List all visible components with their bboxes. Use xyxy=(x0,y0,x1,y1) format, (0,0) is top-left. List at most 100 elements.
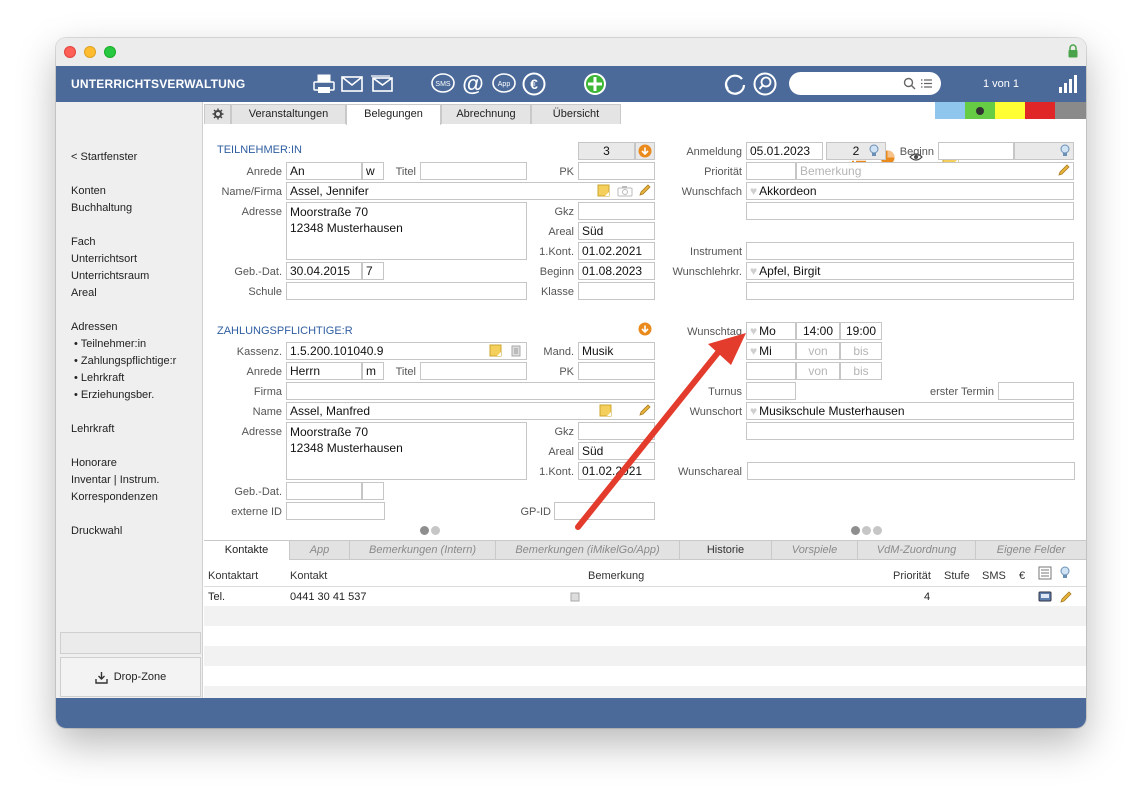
sidebar-item-fach[interactable]: Fach xyxy=(71,236,95,248)
teilnehmer-titel-field[interactable] xyxy=(420,162,527,180)
email-at-icon[interactable]: @ xyxy=(460,71,486,97)
phone-device-icon[interactable] xyxy=(1038,591,1052,602)
sidebar-item-konten[interactable]: Konten xyxy=(71,185,106,197)
sms-icon[interactable]: SMS xyxy=(430,71,456,97)
statistics-icon[interactable] xyxy=(1058,74,1078,94)
anmeldung-beginn-hint[interactable] xyxy=(1014,142,1074,160)
anmeldung-prioritaet-field[interactable] xyxy=(746,162,796,180)
color-label-green[interactable] xyxy=(965,102,995,119)
wunschtag-1-bis[interactable]: 19:00 xyxy=(840,322,882,340)
zahler-pk-field[interactable] xyxy=(578,362,655,380)
wunschtag-1-tag[interactable]: ♥ Mo xyxy=(746,322,796,340)
anmeldung-wunschlehrkr-field[interactable]: ♥ Apfel, Birgit xyxy=(746,262,1074,280)
search-options-icon[interactable] xyxy=(920,77,933,90)
anmeldung-bemerkung-field[interactable]: Bemerkung xyxy=(796,162,1074,180)
note-icon[interactable] xyxy=(599,404,613,418)
sidebar-item-inventar[interactable]: Inventar | Instrum. xyxy=(71,474,159,486)
close-window-button[interactable] xyxy=(64,46,76,58)
page-dots-left[interactable] xyxy=(420,526,442,538)
camera-icon[interactable] xyxy=(617,185,633,197)
anmeldung-wunschfach-field[interactable]: ♥ Akkordeon xyxy=(746,182,1074,200)
pencil-icon[interactable] xyxy=(638,403,652,417)
pencil-icon[interactable] xyxy=(638,183,652,197)
anmeldung-wunschlehrkr2-field[interactable] xyxy=(746,282,1074,300)
tab-veranstaltungen[interactable]: Veranstaltungen xyxy=(231,104,346,124)
teilnehmer-pk-field[interactable] xyxy=(578,162,655,180)
zahler-anrede-code-field[interactable]: m xyxy=(362,362,384,380)
sidebar-item-unterrichtsraum[interactable]: Unterrichtsraum xyxy=(71,270,149,282)
document-icon[interactable] xyxy=(570,592,580,602)
print-icon[interactable] xyxy=(311,71,337,97)
zahler-mand-field[interactable]: Musik xyxy=(578,342,655,360)
zahler-1kont-field[interactable]: 01.02.2021 xyxy=(578,462,655,480)
anmeldung-erster-termin-field[interactable] xyxy=(998,382,1074,400)
page-dots-right[interactable] xyxy=(851,526,884,538)
sidebar-item-adressen[interactable]: Adressen xyxy=(71,321,117,333)
wunschtag-3-von[interactable]: von xyxy=(796,362,840,380)
zahler-firma-field[interactable] xyxy=(286,382,655,400)
mail-icon[interactable] xyxy=(339,71,365,97)
tab-belegungen[interactable]: Belegungen xyxy=(346,104,441,125)
sidebar-item-unterrichtsort[interactable]: Unterrichtsort xyxy=(71,253,137,265)
tab-app[interactable]: App xyxy=(290,541,350,560)
add-record-icon[interactable] xyxy=(582,71,608,97)
wunschtag-2-von[interactable]: von xyxy=(796,342,840,360)
minimize-window-button[interactable] xyxy=(84,46,96,58)
anmeldung-beginn-field[interactable] xyxy=(938,142,1014,160)
sidebar-item-zahlungspflichtige[interactable]: • Zahlungspflichtige:r xyxy=(74,355,176,367)
wunschtag-2-bis[interactable]: bis xyxy=(840,342,882,360)
orange-arrow-down-icon[interactable] xyxy=(638,322,652,336)
tab-vdm-zuordnung[interactable]: VdM-Zuordnung xyxy=(858,541,976,560)
wunschtag-1-von[interactable]: 14:00 xyxy=(796,322,840,340)
tab-uebersicht[interactable]: Übersicht xyxy=(531,104,621,124)
sidebar-item-buchhaltung[interactable]: Buchhaltung xyxy=(71,202,132,214)
teilnehmer-areal-field[interactable]: Süd xyxy=(578,222,655,240)
teilnehmer-count-action[interactable] xyxy=(635,142,655,160)
color-label-yellow[interactable] xyxy=(995,102,1025,119)
teilnehmer-adresse-field[interactable]: Moorstraße 70 12348 Musterhausen xyxy=(286,202,527,260)
wunschtag-2-tag[interactable]: ♥ Mi xyxy=(746,342,796,360)
drop-zone[interactable]: Drop-Zone xyxy=(60,657,201,697)
zoom-window-button[interactable] xyxy=(104,46,116,58)
sidebar-item-startfenster[interactable]: < Startfenster xyxy=(71,151,137,163)
euro-icon[interactable]: € xyxy=(521,71,547,97)
teilnehmer-schule-field[interactable] xyxy=(286,282,527,300)
zahler-gebdat-field[interactable] xyxy=(286,482,362,500)
pencil-icon[interactable] xyxy=(1059,590,1073,604)
wunschtag-3-bis[interactable]: bis xyxy=(840,362,882,380)
zahler-adresse-field[interactable]: Moorstraße 70 12348 Musterhausen xyxy=(286,422,527,480)
tab-bemerkungen-app[interactable]: Bemerkungen (iMikelGo/App) xyxy=(496,541,680,560)
note-icon[interactable] xyxy=(597,184,611,198)
table-list-icon[interactable] xyxy=(1038,566,1052,580)
refresh-icon[interactable] xyxy=(722,71,748,97)
document-icon[interactable] xyxy=(510,345,522,357)
teilnehmer-gebdat-field[interactable]: 30.04.2015 xyxy=(286,262,362,280)
teilnehmer-anrede-code-field[interactable]: w xyxy=(362,162,384,180)
anmeldung-wunschareal-field[interactable] xyxy=(747,462,1075,480)
color-label-grey[interactable] xyxy=(1055,102,1086,119)
zahler-externe-id-field[interactable] xyxy=(286,502,385,520)
zahler-areal-field[interactable]: Süd xyxy=(578,442,655,460)
search-toolbar-icon[interactable] xyxy=(752,71,778,97)
tab-historie[interactable]: Historie xyxy=(680,541,772,560)
search-input[interactable] xyxy=(789,72,941,95)
anmeldung-turnus-field[interactable] xyxy=(746,382,796,400)
anmeldung-datum-field[interactable]: 05.01.2023 xyxy=(746,142,823,160)
sidebar-item-korrespondenzen[interactable]: Korrespondenzen xyxy=(71,491,158,503)
anmeldung-wunschort-field[interactable]: ♥ Musikschule Musterhausen xyxy=(746,402,1074,420)
serial-mail-icon[interactable] xyxy=(369,71,395,97)
anmeldung-instrument-field[interactable] xyxy=(746,242,1074,260)
zahler-gkz-field[interactable] xyxy=(578,422,655,440)
table-row[interactable]: Tel. 0441 30 41 537 4 xyxy=(204,586,1086,606)
app-icon[interactable]: App xyxy=(491,71,517,97)
wunschtag-3-tag[interactable] xyxy=(746,362,796,380)
tab-abrechnung[interactable]: Abrechnung xyxy=(441,104,531,124)
teilnehmer-klasse-field[interactable] xyxy=(578,282,655,300)
tab-eigene-felder[interactable]: Eigene Felder xyxy=(976,541,1086,560)
teilnehmer-beginn-field[interactable]: 01.08.2023 xyxy=(578,262,655,280)
note-icon[interactable] xyxy=(489,344,503,358)
tab-kontakte[interactable]: Kontakte xyxy=(204,541,290,560)
pencil-icon[interactable] xyxy=(1057,163,1071,177)
anmeldung-wunschfach2-field[interactable] xyxy=(746,202,1074,220)
tab-vorspiele[interactable]: Vorspiele xyxy=(772,541,858,560)
